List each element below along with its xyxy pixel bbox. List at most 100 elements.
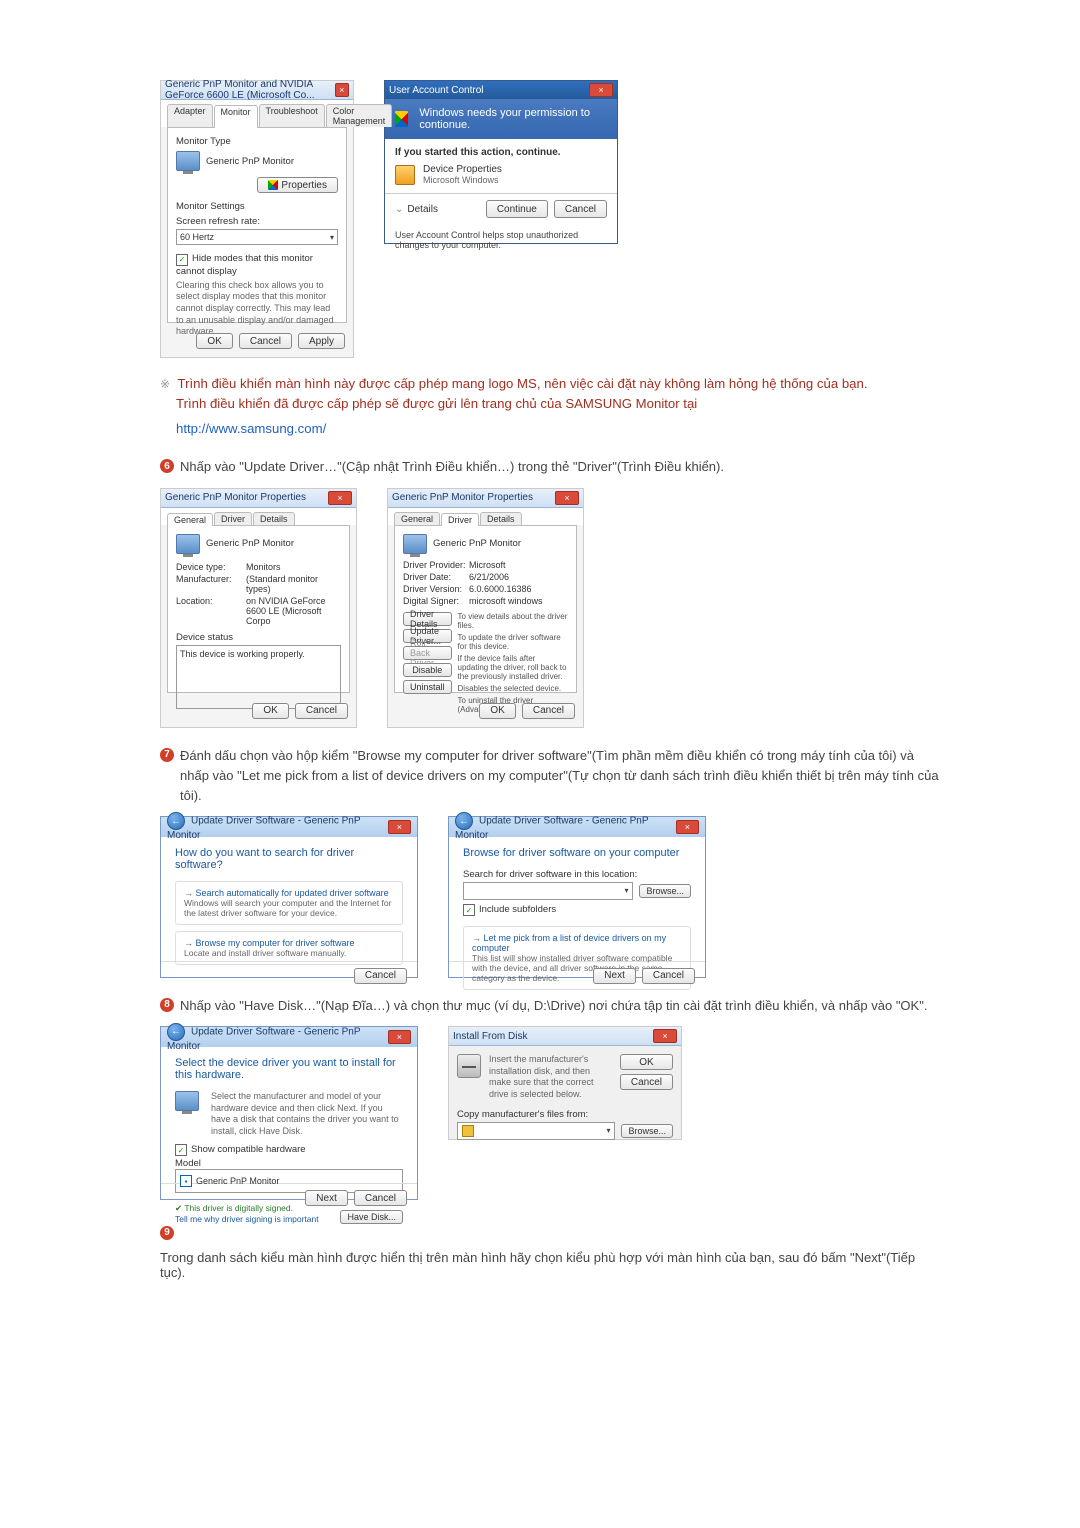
location-value: on NVIDIA GeForce 6600 LE (Microsoft Cor… bbox=[246, 596, 341, 626]
ok-button[interactable]: OK bbox=[620, 1054, 673, 1070]
wizard-desc: Select the manufacturer and model of you… bbox=[211, 1091, 403, 1138]
close-icon[interactable]: × bbox=[335, 83, 349, 97]
dialog-title: Generic PnP Monitor and NVIDIA GeForce 6… bbox=[165, 79, 335, 101]
uninstall-button[interactable]: Uninstall bbox=[403, 680, 452, 694]
close-icon[interactable]: × bbox=[555, 491, 579, 505]
uac-banner-text: Windows needs your permission to contion… bbox=[419, 107, 607, 131]
cancel-button[interactable]: Cancel bbox=[620, 1074, 673, 1090]
install-from-disk-dialog: Install From Disk × Insert the manufactu… bbox=[448, 1026, 682, 1140]
close-icon[interactable]: × bbox=[589, 83, 613, 97]
tab-troubleshoot[interactable]: Troubleshoot bbox=[259, 104, 325, 127]
props-general-dialog: Generic PnP Monitor Properties × General… bbox=[160, 488, 357, 728]
step-7-text: Đánh dấu chọn vào hộp kiểm "Browse my co… bbox=[180, 746, 940, 806]
status-label: Device status bbox=[176, 632, 341, 643]
browse-button[interactable]: Browse... bbox=[621, 1124, 673, 1138]
tab-driver[interactable]: Driver bbox=[441, 513, 479, 526]
tab-details[interactable]: Details bbox=[480, 512, 522, 525]
option-browse[interactable]: → Browse my computer for driver software… bbox=[175, 931, 403, 965]
driver-details-button[interactable]: Driver Details bbox=[403, 612, 452, 626]
browse-button[interactable]: Browse... bbox=[639, 884, 691, 898]
close-icon[interactable]: × bbox=[388, 820, 411, 834]
close-icon[interactable]: × bbox=[328, 491, 352, 505]
ok-button[interactable]: OK bbox=[252, 703, 288, 719]
tab-driver[interactable]: Driver bbox=[214, 512, 252, 525]
properties-button[interactable]: Properties bbox=[257, 177, 338, 193]
uac-instruction: If you started this action, continue. bbox=[395, 147, 607, 158]
search-location-label: Search for driver software in this locat… bbox=[463, 869, 691, 880]
wizard-select-driver-dialog: ←Update Driver Software - Generic PnP Mo… bbox=[160, 1026, 418, 1200]
chevron-down-icon: ⌄ bbox=[395, 204, 403, 215]
device-name: Generic PnP Monitor bbox=[433, 538, 521, 549]
props-driver-dialog: Generic PnP Monitor Properties × General… bbox=[387, 488, 584, 728]
cancel-button[interactable]: Cancel bbox=[354, 1190, 407, 1206]
wizard-heading: Browse for driver software on your compu… bbox=[463, 847, 691, 859]
monitor-icon bbox=[176, 534, 200, 554]
install-note: ※ Trình điều khiển màn hình này được cấp… bbox=[160, 374, 940, 439]
rollback-button[interactable]: Roll Back Driver bbox=[403, 646, 452, 660]
close-icon[interactable]: × bbox=[676, 820, 699, 834]
refresh-rate-label: Screen refresh rate: bbox=[176, 216, 338, 227]
chevron-down-icon: ▾ bbox=[330, 233, 334, 242]
next-button[interactable]: Next bbox=[593, 968, 636, 984]
device-type-value: Monitors bbox=[246, 562, 341, 572]
continue-button[interactable]: Continue bbox=[486, 200, 548, 218]
wizard-crumb: Update Driver Software - Generic PnP Mon… bbox=[455, 816, 648, 842]
cancel-button[interactable]: Cancel bbox=[522, 703, 575, 719]
monitor-icon bbox=[403, 534, 427, 554]
apply-button[interactable]: Apply bbox=[298, 333, 345, 349]
close-icon[interactable]: × bbox=[653, 1029, 677, 1043]
cancel-button[interactable]: Cancel bbox=[554, 200, 607, 218]
chevron-down-icon: ▾ bbox=[624, 886, 628, 895]
monitor-type-label: Monitor Type bbox=[176, 136, 338, 147]
cancel-button[interactable]: Cancel bbox=[295, 703, 348, 719]
step-6-text: Nhấp vào "Update Driver…"(Cập nhật Trình… bbox=[180, 457, 724, 477]
monitor-properties-dialog: Generic PnP Monitor and NVIDIA GeForce 6… bbox=[160, 80, 354, 358]
close-icon[interactable]: × bbox=[388, 1030, 411, 1044]
disable-button[interactable]: Disable bbox=[403, 663, 452, 677]
hide-modes-checkbox[interactable]: ✓Hide modes that this monitor cannot dis… bbox=[176, 253, 338, 277]
uac-dialog: User Account Control × Windows needs you… bbox=[384, 80, 618, 244]
back-icon[interactable]: ← bbox=[167, 1023, 185, 1041]
back-icon[interactable]: ← bbox=[455, 812, 473, 830]
dialog-title: Generic PnP Monitor Properties bbox=[392, 492, 533, 503]
cancel-button[interactable]: Cancel bbox=[354, 968, 407, 984]
have-disk-button[interactable]: Have Disk... bbox=[340, 1210, 403, 1224]
search-path-input[interactable]: ▾ bbox=[463, 882, 633, 900]
asterisk-icon: ※ bbox=[160, 377, 170, 391]
uac-help-note: User Account Control helps stop unauthor… bbox=[385, 224, 617, 260]
option-search-auto[interactable]: → Search automatically for updated drive… bbox=[175, 881, 403, 925]
samsung-link[interactable]: http://www.samsung.com/ bbox=[176, 419, 940, 439]
cancel-button[interactable]: Cancel bbox=[642, 968, 695, 984]
tab-details[interactable]: Details bbox=[253, 512, 295, 525]
device-type-label: Device type: bbox=[176, 562, 246, 572]
disk-icon bbox=[457, 1054, 481, 1078]
step-6-badge: 6 bbox=[160, 459, 174, 473]
wizard-crumb: Update Driver Software - Generic PnP Mon… bbox=[167, 1026, 360, 1052]
back-icon[interactable]: ← bbox=[167, 812, 185, 830]
tab-general[interactable]: General bbox=[167, 513, 213, 526]
ok-button[interactable]: OK bbox=[196, 333, 232, 349]
cancel-button[interactable]: Cancel bbox=[239, 333, 292, 349]
uac-title-bar: User Account Control × bbox=[385, 81, 617, 99]
show-compatible-checkbox[interactable]: ✓Show compatible hardware bbox=[175, 1144, 403, 1157]
monitor-tabs: Adapter Monitor Troubleshoot Color Manag… bbox=[161, 100, 353, 127]
monitor-settings-label: Monitor Settings bbox=[176, 201, 338, 212]
install-disk-msg: Insert the manufacturer's installation d… bbox=[489, 1054, 612, 1101]
details-toggle[interactable]: Details bbox=[407, 204, 438, 215]
tab-adapter[interactable]: Adapter bbox=[167, 104, 213, 127]
uac-title: User Account Control bbox=[389, 85, 484, 96]
tab-color-mgmt[interactable]: Color Management bbox=[326, 104, 393, 127]
refresh-rate-select[interactable]: 60 Hertz▾ bbox=[176, 229, 338, 245]
location-label: Location: bbox=[176, 596, 246, 626]
signing-link[interactable]: Tell me why driver signing is important bbox=[175, 1214, 319, 1224]
chevron-down-icon: ▾ bbox=[606, 1126, 610, 1135]
device-name: Generic PnP Monitor bbox=[206, 538, 294, 549]
ok-button[interactable]: OK bbox=[479, 703, 515, 719]
wizard-browse-dialog: ←Update Driver Software - Generic PnP Mo… bbox=[448, 816, 706, 978]
tab-monitor[interactable]: Monitor bbox=[214, 105, 258, 128]
include-subfolders-checkbox[interactable]: ✓Include subfolders bbox=[463, 904, 691, 917]
next-button[interactable]: Next bbox=[305, 1190, 348, 1206]
tab-general[interactable]: General bbox=[394, 512, 440, 525]
copy-from-label: Copy manufacturer's files from: bbox=[457, 1109, 673, 1120]
copy-from-input[interactable]: ▾ bbox=[457, 1122, 615, 1140]
